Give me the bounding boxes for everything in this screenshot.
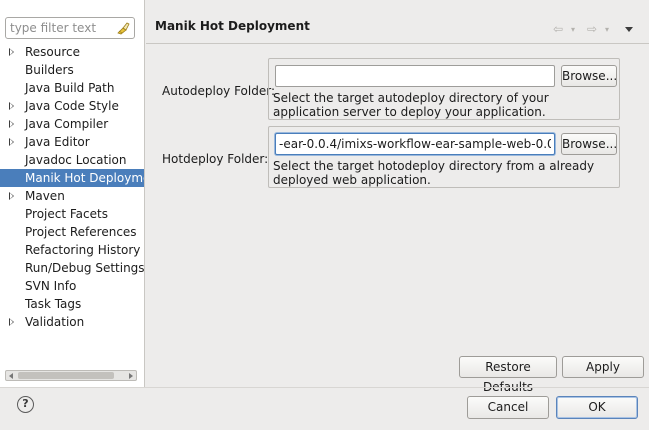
expand-arrow-icon[interactable]: [9, 138, 14, 146]
autodeploy-input[interactable]: [276, 66, 554, 86]
horizontal-scrollbar[interactable]: [5, 370, 137, 381]
autodeploy-browse-button[interactable]: Browse...: [561, 65, 617, 87]
help-icon[interactable]: ?: [17, 396, 34, 413]
cancel-button[interactable]: Cancel: [467, 396, 549, 419]
expand-arrow-icon[interactable]: [9, 318, 14, 326]
tree-item-label: SVN Info: [25, 279, 77, 293]
expand-arrow-icon[interactable]: [9, 192, 14, 200]
filter-input[interactable]: [6, 18, 114, 38]
autodeploy-field: [275, 65, 555, 87]
expand-arrow-icon[interactable]: [9, 120, 14, 128]
tree-item-refactoring-history[interactable]: Refactoring History: [0, 241, 144, 259]
tree-item-label: Java Code Style: [25, 99, 119, 113]
tree-item-label: Project References: [25, 225, 137, 239]
tree-item-javadoc-location[interactable]: Javadoc Location: [0, 151, 144, 169]
tree-item-label: Run/Debug Settings: [25, 261, 144, 275]
footer-separator: [0, 387, 649, 388]
hotdeploy-label: Hotdeploy Folder:: [162, 152, 269, 166]
back-dropdown-icon[interactable]: ▾: [571, 25, 575, 34]
tree-item-manik-hot-deployment[interactable]: Manik Hot Deployment: [0, 169, 144, 187]
tree-item-label: Refactoring History: [25, 243, 141, 257]
hotdeploy-help: Select the target hotodeploy directory f…: [273, 159, 595, 187]
tree-item-java-compiler[interactable]: Java Compiler: [0, 115, 144, 133]
tree-item-java-code-style[interactable]: Java Code Style: [0, 97, 144, 115]
hotdeploy-input[interactable]: [276, 134, 554, 154]
tree-item-validation[interactable]: Validation: [0, 313, 144, 331]
tree-item-run-debug-settings[interactable]: Run/Debug Settings: [0, 259, 144, 277]
expand-arrow-icon[interactable]: [9, 48, 14, 56]
preferences-tree: Resource Builders Java Build Path Java C…: [0, 43, 144, 331]
tree-item-resource[interactable]: Resource: [0, 43, 144, 61]
scrollbar-thumb[interactable]: [18, 372, 114, 379]
forward-dropdown-icon[interactable]: ▾: [605, 25, 609, 34]
view-menu-icon[interactable]: [625, 27, 633, 32]
hotdeploy-browse-button[interactable]: Browse...: [561, 133, 617, 155]
tree-item-maven[interactable]: Maven: [0, 187, 144, 205]
tree-item-task-tags[interactable]: Task Tags: [0, 295, 144, 313]
tree-item-label: Javadoc Location: [25, 153, 127, 167]
page-title: Manik Hot Deployment: [155, 19, 310, 33]
filter-box: [5, 17, 135, 39]
autodeploy-help: Select the target autodeploy directory o…: [273, 91, 549, 119]
scroll-left-icon[interactable]: [9, 373, 13, 379]
forward-arrow-icon[interactable]: ⇨: [587, 22, 597, 36]
hotdeploy-group: Browse... Select the target hotodeploy d…: [268, 126, 620, 188]
tree-item-java-build-path[interactable]: Java Build Path: [0, 79, 144, 97]
tree-item-project-references[interactable]: Project References: [0, 223, 144, 241]
preferences-sidebar: Resource Builders Java Build Path Java C…: [0, 0, 145, 387]
tree-item-svn-info[interactable]: SVN Info: [0, 277, 144, 295]
tree-item-label: Resource: [25, 45, 81, 59]
autodeploy-group: Browse... Select the target autodeploy d…: [268, 58, 620, 120]
scroll-right-icon[interactable]: [129, 373, 133, 379]
ok-button[interactable]: OK: [556, 396, 638, 419]
tree-item-builders[interactable]: Builders: [0, 61, 144, 79]
restore-defaults-button[interactable]: Restore Defaults: [459, 356, 557, 394]
tree-item-label: Java Build Path: [25, 81, 115, 95]
page-navigation: ⇦ ▾ ⇨ ▾: [549, 22, 639, 36]
tree-item-label: Validation: [25, 315, 85, 329]
expand-arrow-icon[interactable]: [9, 102, 14, 110]
tree-item-label: Manik Hot Deployment: [25, 171, 144, 185]
tree-item-java-editor[interactable]: Java Editor: [0, 133, 144, 151]
tree-item-label: Builders: [25, 63, 74, 77]
apply-button[interactable]: Apply: [562, 356, 644, 378]
preference-page: Manik Hot Deployment ⇦ ▾ ⇨ ▾ Autodeploy …: [146, 0, 649, 394]
tree-item-label: Java Editor: [25, 135, 90, 149]
hotdeploy-field: [275, 133, 555, 155]
title-separator: [146, 43, 649, 44]
back-arrow-icon[interactable]: ⇦: [553, 22, 563, 36]
tree-item-label: Project Facets: [25, 207, 108, 221]
autodeploy-label: Autodeploy Folder:: [162, 84, 275, 98]
tree-item-label: Task Tags: [25, 297, 82, 311]
tree-item-project-facets[interactable]: Project Facets: [0, 205, 144, 223]
clear-filter-icon[interactable]: [116, 21, 130, 35]
tree-item-label: Maven: [25, 189, 65, 203]
tree-item-label: Java Compiler: [25, 117, 109, 131]
